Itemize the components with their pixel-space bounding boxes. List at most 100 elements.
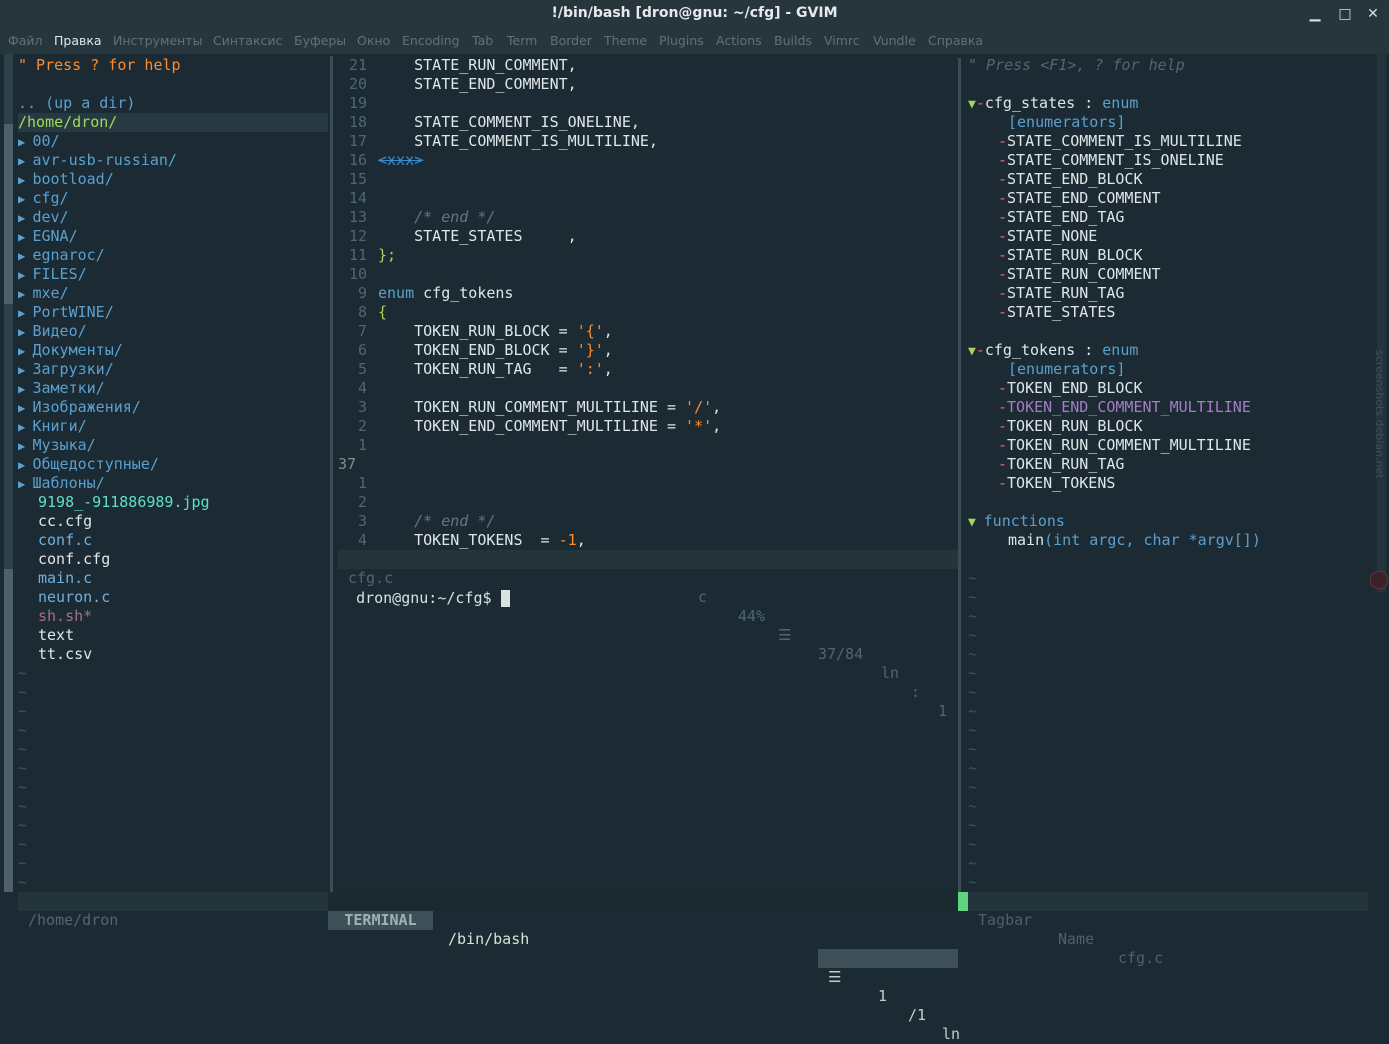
nerdtree-dir[interactable]: ▶ Загрузки/ xyxy=(18,360,114,379)
nerdtree-dir[interactable]: ▶ EGNA/ xyxy=(18,227,78,246)
code-line[interactable]: /* end */ xyxy=(378,512,495,531)
menu-item[interactable]: Builds xyxy=(774,33,812,48)
code-token: STATE_RUN_COMMENT, xyxy=(378,56,577,74)
tagbar-item[interactable]: -STATE_STATES xyxy=(998,303,1115,322)
code-line[interactable]: enum cfg_tokens xyxy=(378,284,513,303)
nerdtree-dir[interactable]: ▶ Изображения/ xyxy=(18,398,141,417)
nerdtree-file[interactable]: conf.c xyxy=(38,531,92,550)
menu-item[interactable]: Tab xyxy=(472,33,493,48)
tagbar-functions[interactable]: ▼ functions xyxy=(968,512,1065,531)
tagbar-item[interactable]: -STATE_COMMENT_IS_ONELINE xyxy=(998,151,1224,170)
code-line[interactable]: STATE_COMMENT_IS_ONELINE, xyxy=(378,113,640,132)
code-line[interactable]: STATE_END_COMMENT, xyxy=(378,75,577,94)
tagbar-group[interactable]: ▼-cfg_tokens : enum xyxy=(968,341,1138,360)
nerdtree-updir[interactable]: .. (up a dir) xyxy=(18,94,135,113)
tagbar-item[interactable]: -STATE_NONE xyxy=(998,227,1097,246)
nerdtree-scrollbar-thumb-lower[interactable] xyxy=(4,569,13,892)
close-icon[interactable]: ✕ xyxy=(1362,3,1384,25)
nerdtree-root[interactable]: /home/dron/ xyxy=(18,113,328,132)
code-line[interactable]: STATE_COMMENT_IS_MULTILINE, xyxy=(378,132,658,151)
code-line[interactable]: TOKEN_END_BLOCK = '}', xyxy=(378,341,613,360)
nerdtree-file[interactable]: sh.sh* xyxy=(38,607,92,626)
code-line[interactable]: TOKEN_RUN_TAG = ':', xyxy=(378,360,613,379)
tagbar-item[interactable]: -STATE_END_TAG xyxy=(998,208,1124,227)
code-line[interactable]: TOKEN_RUN_BLOCK = '{', xyxy=(378,322,613,341)
code-line[interactable]: }; xyxy=(378,246,396,265)
tagbar-item[interactable]: -TOKEN_RUN_TAG xyxy=(998,455,1124,474)
nerdtree-dir[interactable]: ▶ Музыка/ xyxy=(18,436,96,455)
nerdtree-dir[interactable]: ▶ egnaroc/ xyxy=(18,246,105,265)
menu-item[interactable]: Буферы xyxy=(294,33,346,48)
tagbar-group[interactable]: ▼-cfg_states : enum xyxy=(968,94,1138,113)
menu-item[interactable]: Border xyxy=(550,33,592,48)
nerdtree-dir[interactable]: ▶ cfg/ xyxy=(18,189,69,208)
tagbar-item[interactable]: -STATE_COMMENT_IS_MULTILINE xyxy=(998,132,1242,151)
code-line[interactable]: TOKEN_END_COMMENT_MULTILINE = '*', xyxy=(378,417,721,436)
maximize-icon[interactable]: □ xyxy=(1334,3,1356,25)
vertical-split-right[interactable] xyxy=(958,58,961,892)
nerdtree-file[interactable]: neuron.c xyxy=(38,588,110,607)
code-line[interactable]: <xxx> xyxy=(378,151,423,170)
tagbar-item[interactable]: -TOKEN_TOKENS xyxy=(998,474,1115,493)
menu-item[interactable]: Файл xyxy=(8,33,43,48)
code-line[interactable]: /* end */ xyxy=(378,208,495,227)
menu-item[interactable]: Vimrc xyxy=(824,33,860,48)
tagbar-item[interactable]: -TOKEN_RUN_COMMENT_MULTILINE xyxy=(998,436,1251,455)
empty-line-tilde: ~ xyxy=(968,664,978,682)
code-line[interactable]: STATE_RUN_COMMENT, xyxy=(378,56,577,75)
menu-item[interactable]: Правка xyxy=(54,33,102,48)
tagbar-item[interactable]: -TOKEN_RUN_BLOCK xyxy=(998,417,1143,436)
tagbar-item[interactable]: -STATE_END_COMMENT xyxy=(998,189,1161,208)
nerdtree-file[interactable]: tt.csv xyxy=(38,645,92,664)
code-line[interactable]: STATE_STATES , xyxy=(378,227,577,246)
menu-item[interactable]: Окно xyxy=(357,33,390,48)
nerdtree-dir[interactable]: ▶ PortWINE/ xyxy=(18,303,114,322)
nerdtree-dir[interactable]: ▶ avr-usb-russian/ xyxy=(18,151,177,170)
nerdtree-scrollbar[interactable] xyxy=(4,54,13,892)
nerdtree-dir[interactable]: ▶ Книги/ xyxy=(18,417,87,436)
code-line[interactable]: { xyxy=(378,303,387,322)
menu-item[interactable]: Синтаксис xyxy=(213,33,282,48)
code-line[interactable]: TOKEN_TOKENS = -1, xyxy=(378,531,586,550)
nerdtree-dir[interactable]: ▶ 00/ xyxy=(18,132,60,151)
tagbar-function[interactable]: main(int argc, char *argv[]) xyxy=(1008,531,1261,550)
menu-item[interactable]: Encoding xyxy=(402,33,460,48)
nerdtree-scrollbar-thumb[interactable] xyxy=(4,124,13,304)
menu-item[interactable]: Theme xyxy=(604,33,647,48)
menu-item[interactable]: Term xyxy=(507,33,537,48)
tagbar-item[interactable]: -STATE_RUN_TAG xyxy=(998,284,1124,303)
menu-item[interactable]: Инструменты xyxy=(113,33,202,48)
code-line[interactable]: TOKEN_RUN_COMMENT_MULTILINE = '/', xyxy=(378,398,721,417)
menu-item[interactable]: Actions xyxy=(716,33,762,48)
tagbar-item[interactable]: -TOKEN_END_COMMENT_MULTILINE xyxy=(998,398,1251,417)
menu-item[interactable]: Справка xyxy=(928,33,983,48)
menu-item[interactable]: Plugins xyxy=(659,33,704,48)
nerdtree-file[interactable]: cc.cfg xyxy=(38,512,92,531)
nerdtree-dir[interactable]: ▶ Заметки/ xyxy=(18,379,105,398)
gutter-bar xyxy=(330,531,333,550)
nerdtree-dir[interactable]: ▶ FILES/ xyxy=(18,265,87,284)
minimize-icon[interactable]: ▁ xyxy=(1304,3,1326,25)
empty-line-tilde: ~ xyxy=(18,873,28,891)
nerdtree-file[interactable]: text xyxy=(38,626,74,645)
terminal-prompt[interactable]: dron@gnu:~/cfg$ xyxy=(338,570,510,607)
nerdtree-dir[interactable]: ▶ mxe/ xyxy=(18,284,69,303)
nerdtree-dir[interactable]: ▶ Шаблоны/ xyxy=(18,474,105,493)
menu-item[interactable]: Vundle xyxy=(873,33,916,48)
editor-status-column: 1 xyxy=(938,702,948,720)
code-token: TOKEN_END_BLOCK = xyxy=(378,341,577,359)
tagbar-item[interactable]: -STATE_RUN_COMMENT xyxy=(998,265,1161,284)
nerdtree-dir[interactable]: ▶ Видео/ xyxy=(18,322,87,341)
nerdtree-dir[interactable]: ▶ dev/ xyxy=(18,208,69,227)
nerdtree-dir[interactable]: ▶ Документы/ xyxy=(18,341,123,360)
nerdtree-dir[interactable]: ▶ bootload/ xyxy=(18,170,114,189)
nerdtree-dir[interactable]: ▶ Общедоступные/ xyxy=(18,455,159,474)
nerdtree-file[interactable]: conf.cfg xyxy=(38,550,110,569)
nerdtree-file[interactable]: main.c xyxy=(38,569,92,588)
title-bar: !/bin/bash [dron@gnu: ~/cfg] - GVIM ▁ □ … xyxy=(0,0,1389,28)
nerdtree-file[interactable]: 9198_-911886989.jpg xyxy=(38,493,210,512)
tagbar-item[interactable]: -TOKEN_END_BLOCK xyxy=(998,379,1143,398)
tagbar-item[interactable]: -STATE_RUN_BLOCK xyxy=(998,246,1143,265)
tagbar-item[interactable]: -STATE_END_BLOCK xyxy=(998,170,1143,189)
